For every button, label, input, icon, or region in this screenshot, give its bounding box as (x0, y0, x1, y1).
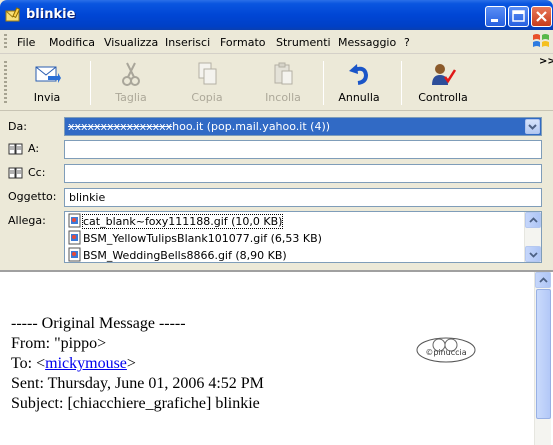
from-label: Da: (8, 120, 27, 133)
quoted-to-suffix: > (126, 355, 136, 372)
scroll-down-button[interactable] (525, 246, 541, 262)
menu-grip[interactable] (4, 34, 7, 50)
menu-visualizza[interactable]: Visualizza (104, 36, 158, 49)
quoted-sent: Sent: Thursday, June 01, 2006 4:52 PM (11, 375, 264, 392)
menu-help[interactable]: ? (404, 36, 410, 49)
scroll-up-button[interactable] (525, 212, 541, 228)
minimize-button[interactable] (485, 6, 506, 27)
subject-value: blinkie (69, 191, 106, 204)
quoted-from: From: "pippo> (11, 335, 107, 352)
minimize-icon (491, 19, 498, 22)
check-names-icon (432, 64, 457, 85)
menu-modifica[interactable]: Modifica (49, 36, 95, 49)
close-button[interactable] (531, 6, 552, 27)
attachment-item[interactable]: BSM_YellowTulipsBlank101077.gif (6,53 KB… (68, 230, 322, 247)
check-names-label: Controlla (418, 91, 468, 104)
window-title: blinkie (26, 7, 76, 22)
attachment-item[interactable]: cat_blank~foxy111188.gif (10,0 KB) (68, 213, 284, 230)
windows-logo-icon (533, 34, 549, 47)
quoted-to-link[interactable]: mickymouse (45, 355, 127, 372)
quoted-to: To: <mickymouse> (11, 354, 264, 374)
close-icon (536, 11, 547, 22)
cut-button[interactable]: Taglia (96, 59, 166, 107)
from-select[interactable]: xxxxxxxxxxxxxxxxhoo.it (pop.mail.yahoo.i… (64, 117, 542, 136)
address-book-icon[interactable] (8, 143, 23, 155)
gif-file-icon (68, 230, 81, 245)
from-dropdown-button[interactable] (525, 119, 540, 134)
undo-button[interactable]: Annulla (324, 59, 394, 107)
menu-strumenti[interactable]: Strumenti (276, 36, 331, 49)
send-label: Invia (33, 91, 61, 104)
cut-label: Taglia (115, 91, 147, 104)
maximize-icon (512, 10, 525, 22)
body-scroll-thumb[interactable] (536, 289, 551, 419)
body-scrollbar[interactable] (534, 272, 551, 445)
to-label: A: (28, 142, 40, 155)
attach-label: Allega: (8, 214, 46, 227)
message-body[interactable]: ----- Original Message ----- From: "pipp… (0, 270, 553, 445)
toolbar-separator (90, 61, 91, 105)
stamp-text: ©pinuccia (425, 348, 466, 357)
toolbar: Invia Taglia Copia Incolla Annulla Contr… (0, 55, 553, 111)
subject-field[interactable]: blinkie (64, 188, 542, 207)
menu-bar: File Modifica Visualizza Inserisci Forma… (0, 30, 553, 54)
menu-formato[interactable]: Formato (220, 36, 266, 49)
send-button[interactable]: Invia (12, 59, 82, 107)
quoted-to-prefix: To: < (11, 355, 46, 372)
original-message-line: ----- Original Message ----- (11, 315, 186, 332)
copy-icon (198, 62, 217, 85)
attachment-name: cat_blank~foxy111188.gif (10,0 KB) (81, 214, 284, 229)
watermark-stamp: ©pinuccia (416, 337, 476, 363)
attachments-list[interactable]: cat_blank~foxy111188.gif (10,0 KB) BSM_Y… (64, 211, 542, 263)
toolbar-overflow-chevron[interactable]: >> (539, 56, 553, 67)
chevron-down-icon (529, 252, 538, 258)
quoted-header: ----- Original Message ----- From: "pipp… (11, 314, 264, 414)
attachments-scrollbar[interactable] (524, 212, 541, 262)
check-names-button[interactable]: Controlla (408, 59, 478, 107)
paste-button[interactable]: Incolla (248, 59, 318, 107)
title-bar[interactable]: blinkie (0, 0, 553, 30)
body-scroll-up-button[interactable] (535, 272, 551, 288)
toolbar-separator (401, 61, 402, 105)
gif-file-icon (68, 247, 81, 262)
toolbar-grip[interactable] (4, 61, 7, 105)
from-account-redacted: xxxxxxxxxxxxxxxx (68, 120, 173, 133)
chevron-up-icon (539, 277, 548, 283)
scissors-icon (122, 62, 140, 86)
from-value: xxxxxxxxxxxxxxxxhoo.it (pop.mail.yahoo.i… (68, 120, 330, 133)
menu-messaggio[interactable]: Messaggio (338, 36, 396, 49)
attachment-name: BSM_WeddingBells8866.gif (8,90 KB) (83, 249, 287, 262)
attachment-item[interactable]: BSM_WeddingBells8866.gif (8,90 KB) (68, 247, 287, 264)
cc-field[interactable] (64, 164, 542, 183)
subject-label: Oggetto: (8, 190, 57, 203)
copy-button[interactable]: Copia (172, 59, 242, 107)
clipboard-icon (274, 62, 293, 85)
paste-label: Incolla (265, 91, 301, 104)
undo-label: Annulla (338, 91, 380, 104)
gif-file-icon (68, 213, 81, 228)
chevron-down-icon (528, 124, 537, 130)
compose-message-icon (5, 7, 21, 22)
copy-label: Copia (191, 91, 223, 104)
cc-label: Cc: (28, 166, 46, 179)
menu-inserisci[interactable]: Inserisci (165, 36, 210, 49)
attachment-name: BSM_YellowTulipsBlank101077.gif (6,53 KB… (83, 232, 322, 245)
from-account-server: hoo.it (pop.mail.yahoo.it (4)) (172, 120, 331, 133)
send-icon (35, 66, 61, 83)
quoted-subject: Subject: [chiacchiere_grafiche] blinkie (11, 395, 260, 412)
menu-file[interactable]: File (17, 36, 35, 49)
chevron-up-icon (529, 217, 538, 223)
undo-icon (349, 64, 369, 85)
maximize-button[interactable] (508, 6, 529, 27)
to-field[interactable] (64, 140, 542, 159)
address-book-icon[interactable] (8, 167, 23, 179)
